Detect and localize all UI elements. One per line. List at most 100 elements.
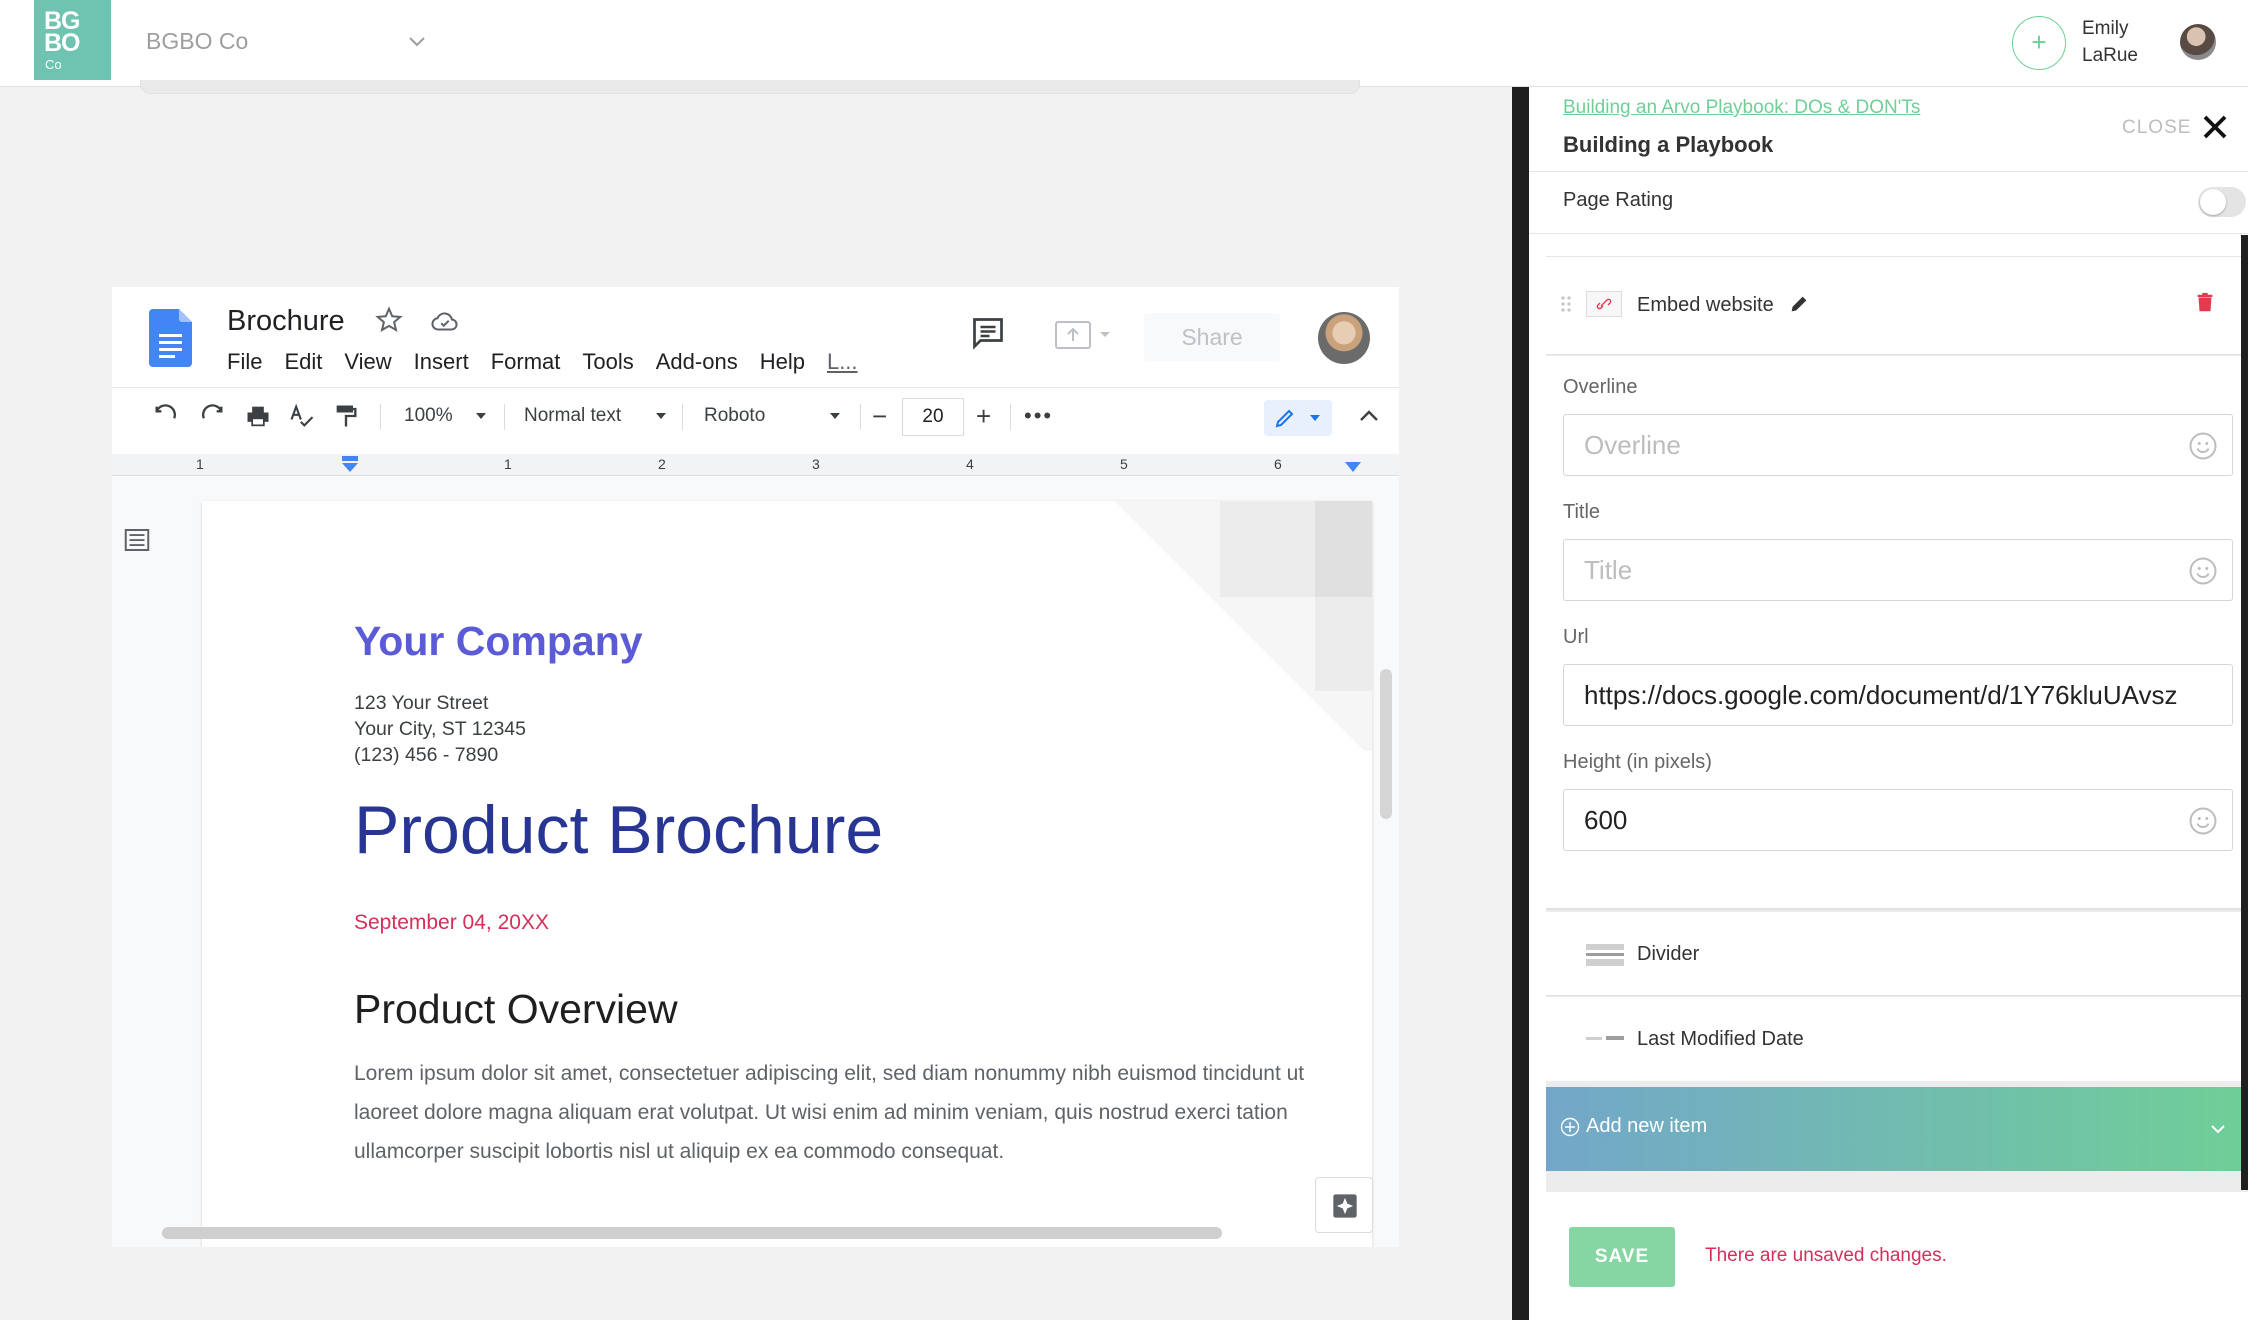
cloud-saved-icon[interactable] xyxy=(430,307,460,337)
overline-input[interactable] xyxy=(1564,415,2174,475)
url-field[interactable] xyxy=(1563,664,2233,726)
collapse-icon[interactable] xyxy=(1358,406,1380,426)
indent-marker[interactable] xyxy=(340,456,360,474)
paint-format-icon[interactable] xyxy=(332,398,360,434)
unsaved-changes-message: There are unsaved changes. xyxy=(1705,1245,1947,1266)
document-page[interactable]: Your Company 123 Your Street Your City, … xyxy=(202,501,1372,1247)
google-docs-icon[interactable] xyxy=(149,309,192,367)
spellcheck-icon[interactable] xyxy=(288,398,316,434)
embed-block-header[interactable]: Embed website xyxy=(1546,235,2246,355)
divider-block[interactable]: Divider xyxy=(1546,912,2246,996)
company-name[interactable]: Your Company xyxy=(354,618,643,665)
plus-circle-icon xyxy=(1560,1117,1580,1137)
chevron-down-icon[interactable] xyxy=(654,410,668,422)
menu-insert[interactable]: Insert xyxy=(414,349,469,375)
font-select[interactable]: Roboto xyxy=(704,398,765,434)
document-date[interactable]: September 04, 20XX xyxy=(354,911,549,935)
drag-handle-icon[interactable] xyxy=(1560,295,1572,313)
emoji-icon[interactable] xyxy=(2188,806,2218,836)
menu-file[interactable]: File xyxy=(227,349,262,375)
url-label: Url xyxy=(1563,626,1589,648)
user-name[interactable]: Emily LaRue xyxy=(2082,15,2138,69)
redo-icon[interactable] xyxy=(198,398,226,434)
breadcrumb[interactable]: Building an Arvo Playbook: DOs & DON'Ts xyxy=(1563,97,1920,119)
menu-addons[interactable]: Add-ons xyxy=(656,349,738,375)
add-new-item-label: Add new item xyxy=(1586,1115,1708,1137)
org-switcher-label[interactable]: BGBO Co xyxy=(146,28,248,55)
menu-last-edit[interactable]: L... xyxy=(827,349,858,375)
address-line: Your City, ST 12345 xyxy=(354,718,526,740)
menu-help[interactable]: Help xyxy=(760,349,805,375)
logo-line-3: Co xyxy=(45,57,62,72)
title-input[interactable] xyxy=(1564,540,2174,600)
toolbar-divider xyxy=(380,404,381,430)
outline-icon[interactable] xyxy=(122,525,152,555)
present-icon[interactable] xyxy=(1054,317,1118,353)
zoom-select[interactable]: 100% xyxy=(404,398,453,434)
avatar[interactable] xyxy=(2180,24,2216,60)
decorative-shape xyxy=(1315,501,1372,597)
page-rating-toggle[interactable] xyxy=(2198,187,2246,217)
ruler-label: 3 xyxy=(812,456,820,472)
more-icon[interactable]: ••• xyxy=(1024,398,1053,434)
panel-scrollbar[interactable] xyxy=(2241,235,2248,1190)
font-size-input[interactable]: 20 xyxy=(902,398,964,436)
close-label[interactable]: CLOSE xyxy=(2122,117,2191,139)
save-button[interactable]: SAVE xyxy=(1569,1227,1675,1287)
height-input[interactable] xyxy=(1564,790,2174,850)
share-button[interactable]: Share xyxy=(1144,313,1280,361)
page-card-edge xyxy=(140,80,1360,94)
chevron-down-icon[interactable] xyxy=(474,410,488,422)
section-heading[interactable]: Product Overview xyxy=(354,986,678,1033)
print-icon[interactable] xyxy=(244,398,272,434)
horizontal-scrollbar[interactable] xyxy=(162,1227,1222,1239)
comment-icon[interactable] xyxy=(970,315,1006,351)
title-field[interactable] xyxy=(1563,539,2233,601)
avatar[interactable] xyxy=(1318,312,1370,364)
menu-view[interactable]: View xyxy=(344,349,391,375)
menu-format[interactable]: Format xyxy=(491,349,561,375)
menu-edit[interactable]: Edit xyxy=(284,349,322,375)
document-heading[interactable]: Product Brochure xyxy=(354,791,883,869)
user-first-name: Emily xyxy=(2082,18,2129,39)
page-rating-label: Page Rating xyxy=(1563,189,1674,211)
trash-icon[interactable] xyxy=(2194,291,2216,315)
emoji-icon[interactable] xyxy=(2188,556,2218,586)
height-label: Height (in pixels) xyxy=(1563,751,1712,773)
add-icon[interactable]: + xyxy=(2012,16,2066,70)
right-indent-marker[interactable] xyxy=(1344,460,1362,474)
toolbar-divider xyxy=(682,404,683,430)
chevron-down-icon[interactable] xyxy=(828,410,842,422)
add-new-item-button[interactable]: Add new item xyxy=(1546,1087,2246,1171)
company-address[interactable]: 123 Your Street Your City, ST 12345 (123… xyxy=(354,690,526,768)
url-input[interactable] xyxy=(1564,665,2228,725)
panel-title: Building a Playbook xyxy=(1563,132,1774,157)
chevron-down-icon xyxy=(2211,1125,2225,1134)
pencil-icon[interactable] xyxy=(1788,293,1810,315)
emoji-icon[interactable] xyxy=(2188,431,2218,461)
vertical-scrollbar[interactable] xyxy=(1380,669,1392,819)
menu-tools[interactable]: Tools xyxy=(582,349,633,375)
height-field[interactable] xyxy=(1563,789,2233,851)
font-size-decrease-button[interactable]: − xyxy=(872,398,887,434)
overline-field[interactable] xyxy=(1563,414,2233,476)
ruler-label: 4 xyxy=(966,456,974,472)
brand-logo[interactable]: BG BO Co xyxy=(34,0,111,80)
decorative-shape xyxy=(1315,597,1372,691)
style-select[interactable]: Normal text xyxy=(524,398,621,434)
toolbar-divider xyxy=(504,404,505,430)
previous-block-edge xyxy=(1546,235,2246,257)
undo-icon[interactable] xyxy=(152,398,180,434)
star-icon[interactable] xyxy=(374,305,404,335)
explore-button[interactable] xyxy=(1315,1177,1373,1233)
editing-mode-button[interactable] xyxy=(1264,400,1332,436)
document-title[interactable]: Brochure xyxy=(227,305,345,338)
block-editor-panel: Building an Arvo Playbook: DOs & DON'Ts … xyxy=(1512,87,2248,1320)
close-icon[interactable] xyxy=(2200,112,2230,142)
last-modified-date-block[interactable]: Last Modified Date xyxy=(1546,997,2246,1081)
chevron-down-icon[interactable] xyxy=(405,30,429,54)
embed-block-label: Embed website xyxy=(1637,294,1774,316)
divider-block-label: Divider xyxy=(1637,943,1700,965)
body-paragraph[interactable]: Lorem ipsum dolor sit amet, consectetuer… xyxy=(354,1054,1324,1171)
font-size-increase-button[interactable]: + xyxy=(976,398,991,434)
